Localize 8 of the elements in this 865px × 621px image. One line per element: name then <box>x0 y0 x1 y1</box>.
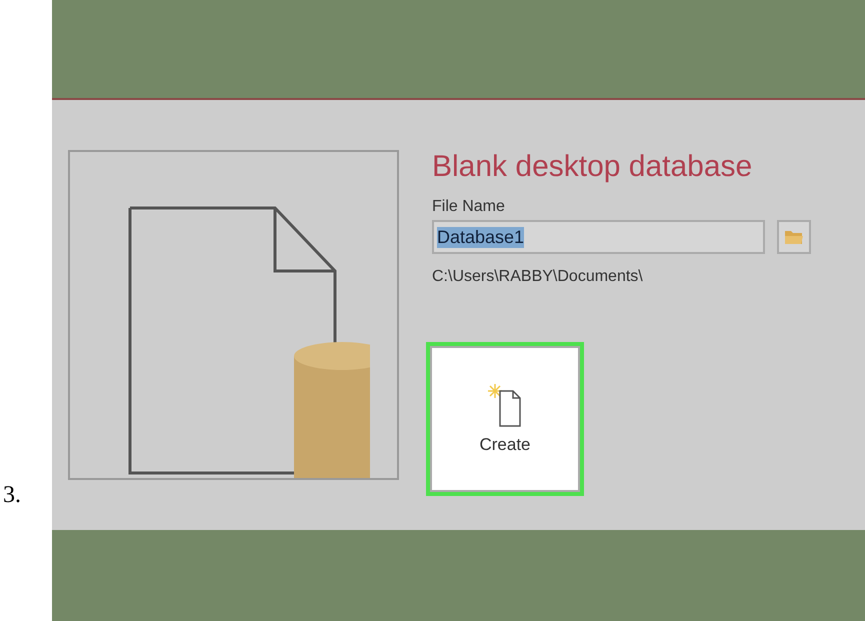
new-file-icon <box>488 383 522 427</box>
folder-icon <box>784 229 804 245</box>
file-name-field[interactable]: Database1 <box>432 220 765 254</box>
browse-button[interactable] <box>777 220 811 254</box>
step-number: 3. <box>2 482 21 509</box>
file-name-label: File Name <box>432 198 506 216</box>
file-path: C:\Users\RABBY\Documents\ <box>432 268 644 286</box>
panel-title: Blank desktop database <box>432 150 754 184</box>
